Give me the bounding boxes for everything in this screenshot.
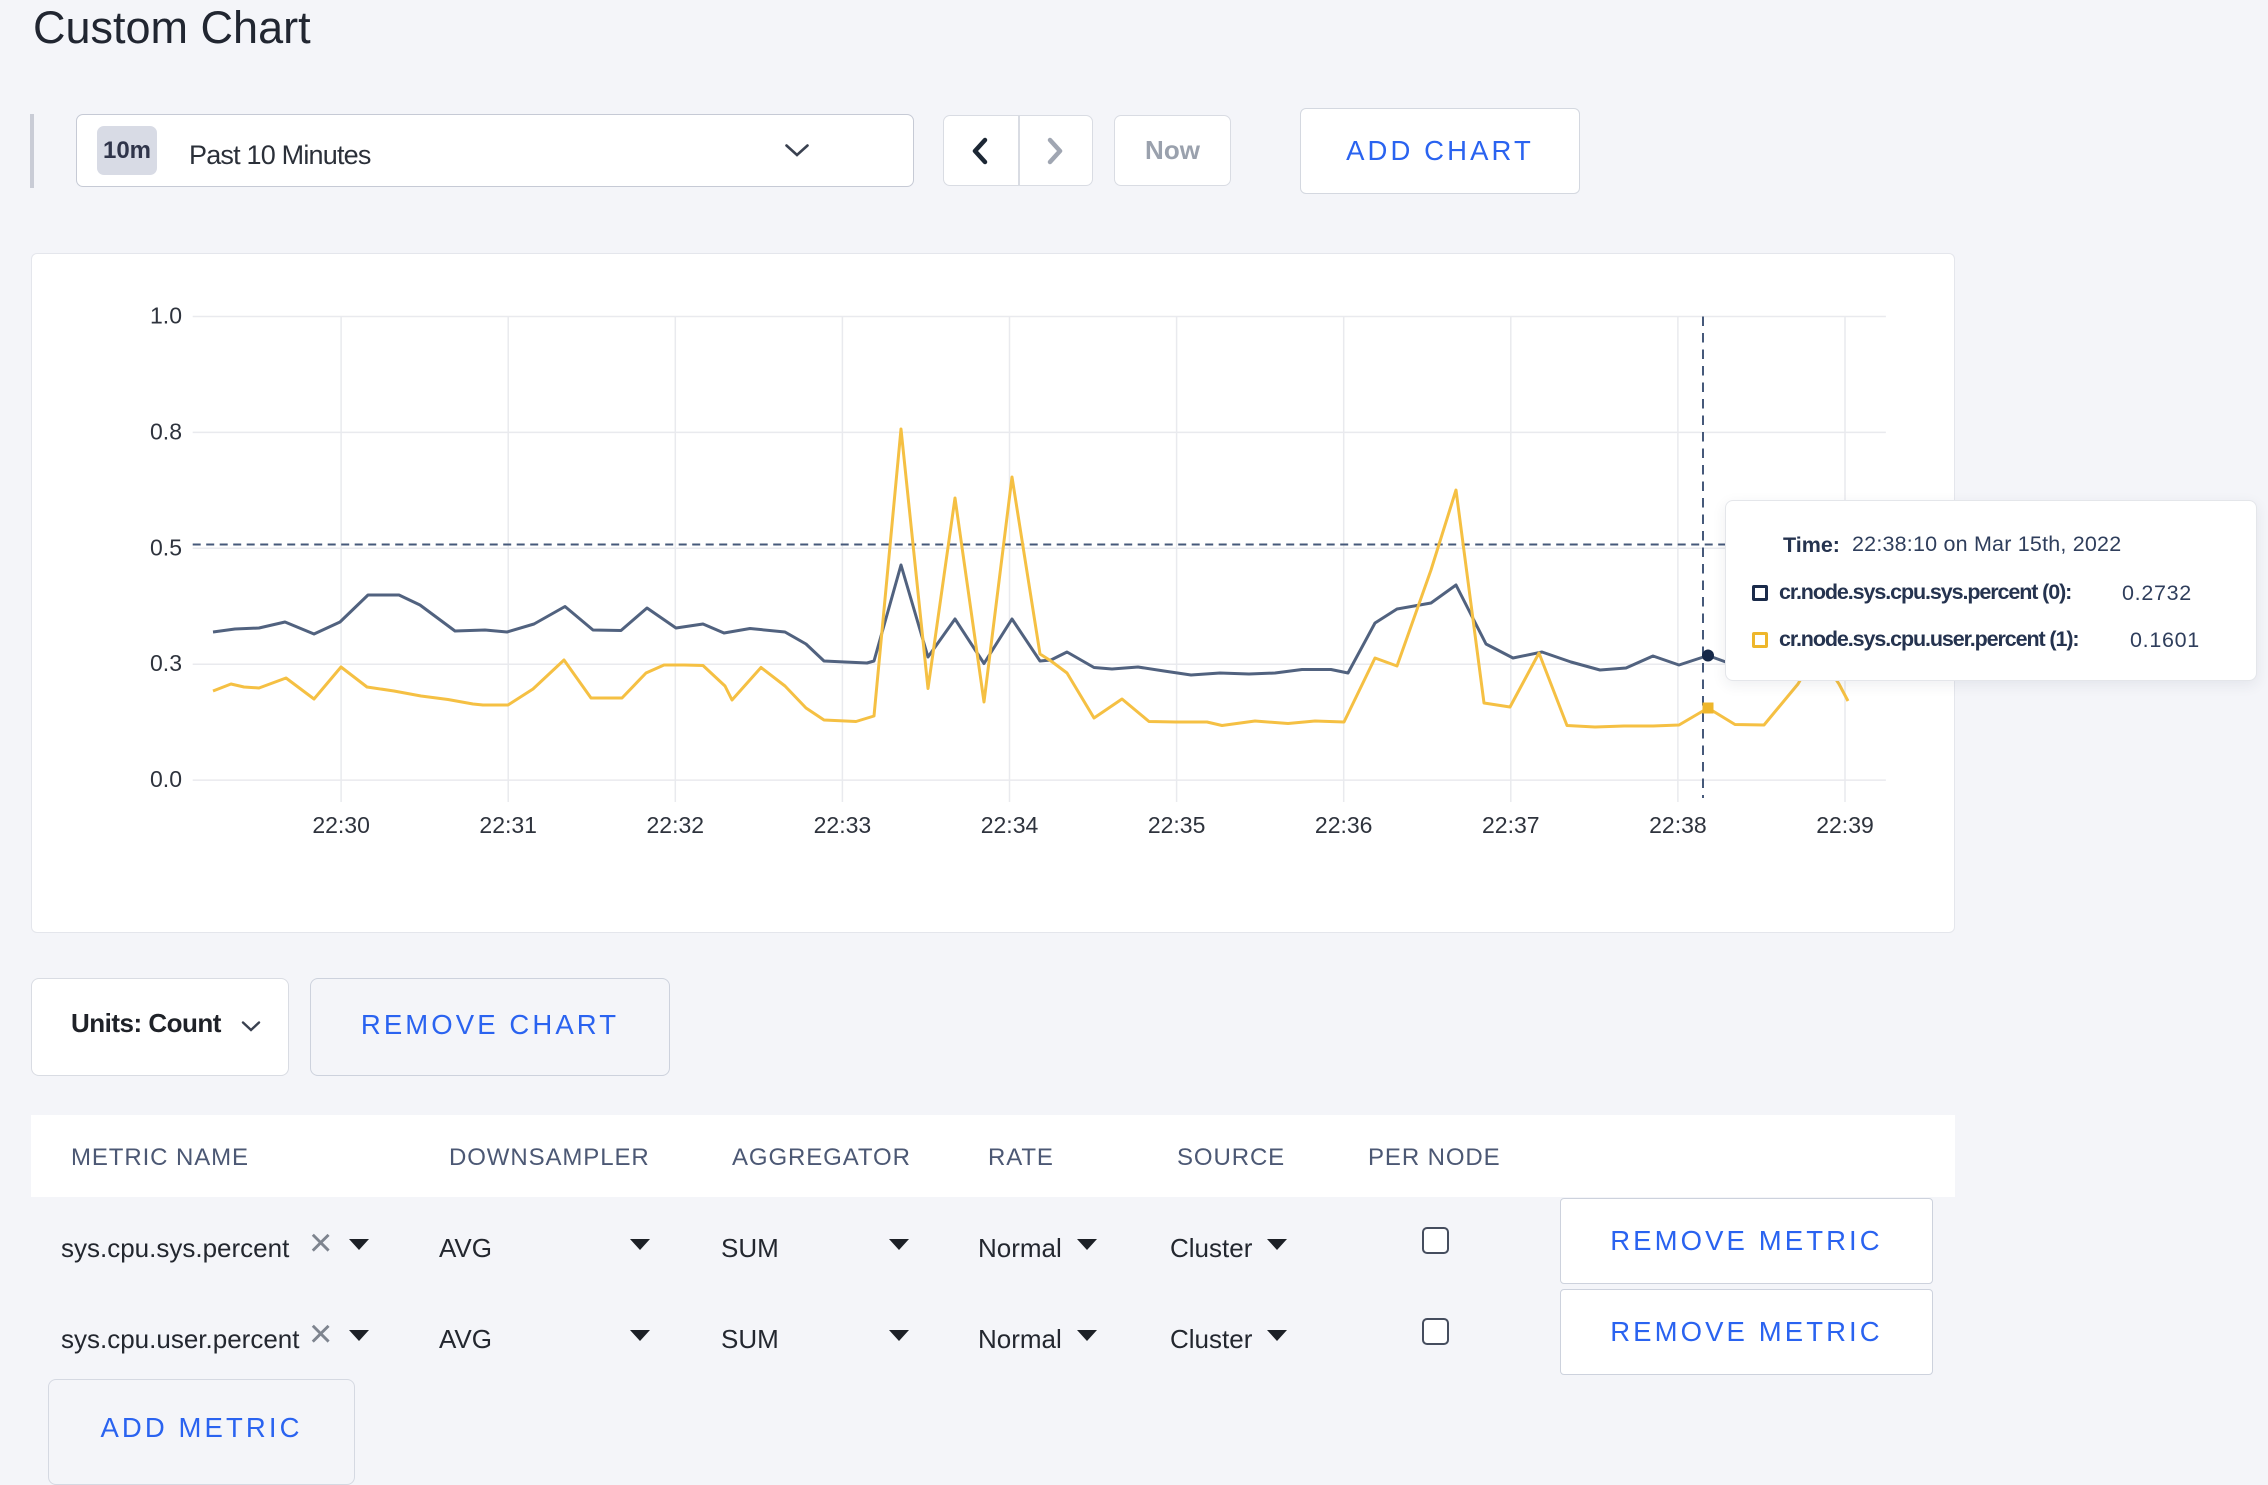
svg-text:22:34: 22:34 [981, 812, 1039, 838]
svg-text:22:39: 22:39 [1816, 812, 1874, 838]
svg-text:22:36: 22:36 [1315, 812, 1373, 838]
svg-text:22:33: 22:33 [814, 812, 872, 838]
svg-text:22:30: 22:30 [312, 812, 370, 838]
svg-text:22:37: 22:37 [1482, 812, 1540, 838]
svg-text:0.5: 0.5 [150, 534, 182, 560]
svg-text:0.8: 0.8 [150, 418, 182, 444]
svg-text:22:32: 22:32 [647, 812, 705, 838]
svg-text:0.0: 0.0 [150, 766, 182, 792]
svg-text:1.0: 1.0 [150, 303, 182, 329]
svg-text:22:38: 22:38 [1649, 812, 1707, 838]
svg-text:0.3: 0.3 [150, 650, 182, 676]
svg-text:22:35: 22:35 [1148, 812, 1206, 838]
svg-text:22:31: 22:31 [479, 812, 537, 838]
